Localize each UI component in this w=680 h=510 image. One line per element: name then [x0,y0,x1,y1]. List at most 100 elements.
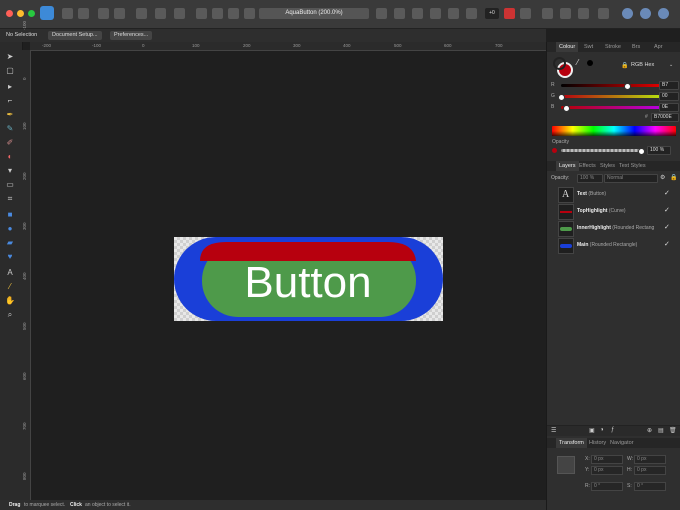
node-tool-icon[interactable]: ▸ [5,82,15,92]
outline-icon[interactable] [598,8,609,19]
transform-icon[interactable] [155,8,166,19]
layer-row-main[interactable]: Main (Rounded Rectangle) ✓ [547,237,680,254]
tab-history[interactable]: History [586,438,609,448]
share-icon[interactable] [78,8,89,19]
persona-icon[interactable] [114,8,125,19]
boolean-intersect-icon[interactable] [412,8,423,19]
group-layer-icon[interactable]: ▤ [658,427,664,434]
eyedropper-icon[interactable]: ⁄ [577,58,578,67]
color-picker-icon[interactable] [504,8,515,19]
g-slider[interactable] [561,95,674,98]
x-field[interactable]: 0 px [591,455,623,464]
pixel-icon[interactable] [578,8,589,19]
fill-tool-icon[interactable]: ◐ [5,152,15,162]
rotate-icon[interactable] [466,8,477,19]
assistant-icon[interactable] [622,8,633,19]
brush-tool-icon[interactable]: ✐ [5,138,15,148]
mask-icon[interactable]: ▣ [589,427,595,434]
b-slider-knob[interactable] [563,105,570,112]
color-mode-select[interactable]: RGB Hex [631,62,654,68]
snap-icon[interactable] [136,8,147,19]
r-slider[interactable] [561,84,674,87]
stroke-icon[interactable] [520,8,531,19]
settings-icon[interactable] [98,8,109,19]
layers-stack-icon[interactable]: ☰ [551,427,556,434]
zoom-window-button[interactable] [28,10,35,17]
h-field[interactable]: 0 px [634,466,666,475]
add-layer-icon[interactable]: ⊕ [647,427,652,434]
shear-field[interactable]: 0 ° [634,482,666,491]
opacity-slider-knob[interactable] [638,148,645,155]
blend-mode-select[interactable]: Normal [604,174,658,183]
tab-styles[interactable]: Styles [597,161,618,171]
minimize-window-button[interactable] [17,10,24,17]
help-icon[interactable] [658,8,669,19]
document-setup-button[interactable]: Document Setup... [48,31,102,40]
layer-row-text[interactable]: A Text (Button) ✓ [547,186,680,203]
layer-lock-icon[interactable]: 🔒 [670,174,677,181]
close-window-button[interactable] [6,10,13,17]
black-swatch[interactable] [587,60,593,66]
opacity-slider[interactable] [561,149,641,152]
visibility-checkbox[interactable]: ✓ [664,203,670,219]
hand-tool-icon[interactable]: ✋ [5,296,15,306]
opacity-value-field[interactable]: 100 % [647,146,671,155]
anchor-point-selector[interactable] [557,456,575,474]
align-icon[interactable] [174,8,185,19]
layer-row-inner-highlight[interactable]: InnerHighlight (Rounded Rectang ✓ [547,220,680,237]
boolean-add-icon[interactable] [376,8,387,19]
boolean-subtract-icon[interactable] [394,8,405,19]
arrange-icon[interactable] [196,8,207,19]
tab-appearance[interactable]: Apr [651,42,666,52]
text-tool-icon[interactable]: A [5,268,15,278]
b-value-field[interactable]: 0E [659,103,679,112]
button-text[interactable]: Button [244,258,371,307]
boolean-xor-icon[interactable] [430,8,441,19]
tab-stroke[interactable]: Stroke [602,42,624,52]
y-field[interactable]: 0 px [591,466,623,475]
preferences-button[interactable]: Preferences... [110,31,153,40]
zoom-tool-icon[interactable]: ⌕ [5,310,15,320]
pen-tool-icon[interactable]: ✒ [5,110,15,120]
place-image-tool-icon[interactable]: ▭ [5,180,15,190]
artboard-tool-icon[interactable]: ▢ [5,66,15,76]
move-tool-icon[interactable]: ➤ [5,52,15,62]
zoom-field[interactable]: +0 [485,8,499,19]
document-title[interactable]: AquaButton (200.0%) [259,8,369,19]
grid-icon[interactable] [62,8,73,19]
layer-opacity-field[interactable]: 100 % [577,174,603,183]
tab-colour[interactable]: Colour [556,42,579,52]
hex-value-field[interactable]: B7000E [651,113,679,122]
rounded-rect-tool-icon[interactable]: ▰ [5,238,15,248]
rotation-field[interactable]: 0 ° [591,482,623,491]
pencil-tool-icon[interactable]: ✎ [5,124,15,134]
visibility-checkbox[interactable]: ✓ [664,186,670,202]
insert-icon[interactable] [212,8,223,19]
w-field[interactable]: 0 px [634,455,666,464]
ellipse-tool-icon[interactable]: ● [5,224,15,234]
rectangle-tool-icon[interactable]: ■ [5,210,15,220]
tab-navigator[interactable]: Navigator [607,438,637,448]
adjustment-icon[interactable]: ◑ [600,427,604,433]
layer-settings-icon[interactable]: ⚙ [660,174,665,181]
artboard[interactable]: Button [174,237,443,321]
layer-row-top-highlight[interactable]: TopHighlight (Curve) ✓ [547,203,680,220]
order-icon[interactable] [244,8,255,19]
r-value-field[interactable]: B7 [659,81,679,90]
shape-tool-icon[interactable]: ♥ [5,252,15,262]
crop-tool-icon[interactable]: ⌗ [5,194,15,204]
g-slider-knob[interactable] [558,94,565,101]
r-slider-knob[interactable] [624,83,631,90]
tab-transform[interactable]: Transform [556,438,587,448]
aqua-button-graphic[interactable]: Button [174,237,443,321]
b-slider[interactable] [561,106,674,109]
delete-layer-icon[interactable]: 🗑 [669,427,677,434]
chevron-down-icon[interactable]: ⌄ [669,62,673,68]
snapping-icon[interactable] [560,8,571,19]
lock-icon[interactable]: 🔒 [621,62,628,69]
stroke-color-well[interactable] [553,57,566,70]
fx-icon[interactable]: ƒ [611,427,614,433]
g-value-field[interactable]: 00 [659,92,679,101]
corner-tool-icon[interactable]: ⌐ [5,96,15,106]
transparency-tool-icon[interactable]: ▾ [5,166,15,176]
